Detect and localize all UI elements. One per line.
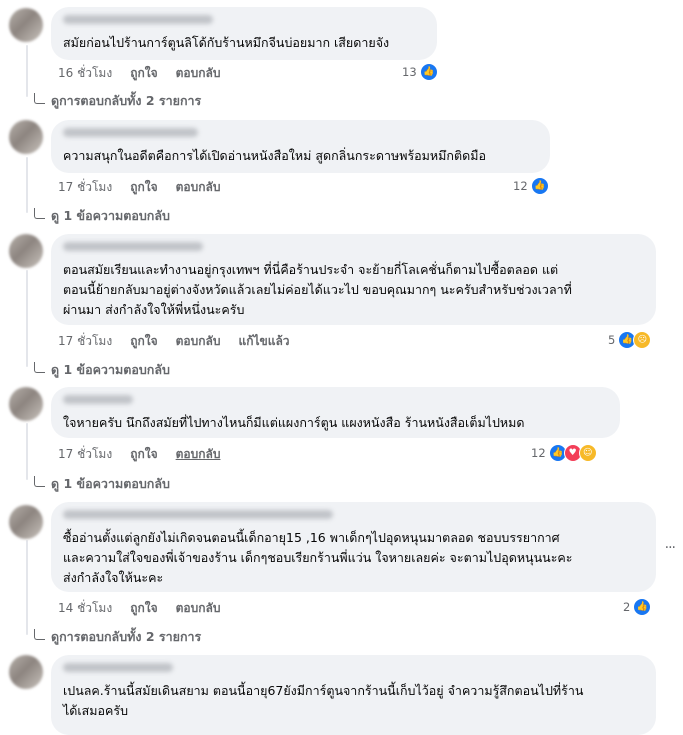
comment-time[interactable]: 17 ชั่วโมง: [58, 332, 112, 351]
edited-label[interactable]: แก้ไขแล้ว: [238, 332, 289, 351]
author-name-redacted[interactable]: [63, 395, 133, 404]
avatar[interactable]: [9, 387, 43, 421]
reply-arrow-icon: [34, 628, 45, 640]
comment-time[interactable]: 14 ชั่วโมง: [58, 599, 112, 618]
reply-button[interactable]: ตอบกลับ: [176, 64, 221, 83]
reaction-summary[interactable]: 12 👍 ♥ ☺: [531, 444, 597, 462]
reaction-count: 12: [531, 446, 546, 460]
comment-actions: 16 ชั่วโมง ถูกใจ ตอบกลับ: [58, 64, 220, 83]
comment-text: ซื้ออ่านตั้งแต่ลูกยังไม่เกิดจนตอนนี้เด็ก…: [63, 530, 573, 585]
author-name-redacted[interactable]: [63, 510, 333, 519]
avatar[interactable]: [9, 505, 43, 539]
view-replies-link[interactable]: ดู 1 ข้อความตอบกลับ: [34, 360, 170, 380]
reply-arrow-icon: [34, 92, 45, 104]
like-button[interactable]: ถูกใจ: [130, 445, 157, 464]
avatar[interactable]: [9, 8, 43, 42]
reaction-count: 12: [513, 179, 528, 193]
comment-actions: 17 ชั่วโมง ถูกใจ ตอบกลับ แก้ไขแล้ว: [58, 332, 290, 351]
comment-bubble: ซื้ออ่านตั้งแต่ลูกยังไม่เกิดจนตอนนี้เด็ก…: [51, 502, 656, 592]
thread-line: [26, 157, 28, 213]
comment-time[interactable]: 17 ชั่วโมง: [58, 445, 112, 464]
sad-icon: ☹: [633, 331, 652, 349]
view-replies-link[interactable]: ดูการตอบกลับทั้ง 2 รายการ: [34, 627, 201, 647]
view-replies-label: ดูการตอบกลับทั้ง 2 รายการ: [51, 629, 202, 644]
reply-button[interactable]: ตอบกลับ: [176, 178, 221, 197]
reaction-summary[interactable]: 2 👍: [623, 598, 652, 616]
thread-line: [26, 540, 28, 635]
view-replies-link[interactable]: ดูการตอบกลับทั้ง 2 รายการ: [34, 91, 201, 111]
author-name-redacted[interactable]: [63, 242, 203, 251]
view-replies-label: ดู 1 ข้อความตอบกลับ: [51, 208, 170, 223]
comment-text: สมัยก่อนไปร้านการ์ตูนลิโด้กับร้านหมึกจีน…: [63, 35, 390, 50]
comment-text: ใจหายครับ นึกถึงสมัยที่ไปทางไหนก็มีแต่แผ…: [63, 415, 525, 430]
more-options-icon[interactable]: ···: [665, 540, 676, 556]
author-name-redacted[interactable]: [63, 663, 173, 672]
like-button[interactable]: ถูกใจ: [130, 64, 157, 83]
author-name-redacted[interactable]: [63, 128, 198, 137]
author-name-redacted[interactable]: [63, 15, 213, 24]
reaction-count: 2: [623, 600, 631, 614]
comment-time[interactable]: 17 ชั่วโมง: [58, 178, 112, 197]
reaction-summary[interactable]: 13 👍: [402, 63, 438, 81]
reaction-count: 13: [402, 65, 417, 79]
reply-arrow-icon: [34, 207, 45, 219]
comment-text: ตอนสมัยเรียนและทำงานอยู่กรุงเทพฯ ที่นี่ค…: [63, 262, 572, 317]
like-icon: 👍: [633, 598, 652, 616]
thread-line: [26, 423, 28, 480]
reply-button[interactable]: ตอบกลับ: [176, 445, 221, 464]
comment-bubble: สมัยก่อนไปร้านการ์ตูนลิโด้กับร้านหมึกจีน…: [51, 7, 437, 60]
reaction-count: 5: [608, 333, 616, 347]
comment-actions: 17 ชั่วโมง ถูกใจ ตอบกลับ: [58, 178, 220, 197]
care-icon: ☺: [578, 444, 597, 462]
comment-text: ความสนุกในอดีตคือการได้เปิดอ่านหนังสือให…: [63, 148, 486, 163]
like-icon: 👍: [530, 177, 549, 195]
comment-bubble: เปนลค.ร้านนี้สมัยเดินสยาม ตอนนี้อายุ67ยั…: [51, 655, 656, 735]
like-icon: 👍: [419, 63, 438, 81]
comment-bubble: ใจหายครับ นึกถึงสมัยที่ไปทางไหนก็มีแต่แผ…: [51, 387, 620, 438]
thread-line: [26, 270, 28, 367]
avatar[interactable]: [9, 120, 43, 154]
like-button[interactable]: ถูกใจ: [130, 599, 157, 618]
reply-arrow-icon: [34, 361, 45, 373]
view-replies-link[interactable]: ดู 1 ข้อความตอบกลับ: [34, 474, 170, 494]
view-replies-label: ดู 1 ข้อความตอบกลับ: [51, 362, 170, 377]
like-button[interactable]: ถูกใจ: [130, 178, 157, 197]
comment-actions: 14 ชั่วโมง ถูกใจ ตอบกลับ: [58, 599, 220, 618]
reply-button[interactable]: ตอบกลับ: [176, 599, 221, 618]
view-replies-label: ดู 1 ข้อความตอบกลับ: [51, 476, 170, 491]
view-replies-label: ดูการตอบกลับทั้ง 2 รายการ: [51, 93, 202, 108]
avatar[interactable]: [9, 655, 43, 689]
reply-arrow-icon: [34, 475, 45, 487]
comment-time[interactable]: 16 ชั่วโมง: [58, 64, 112, 83]
reaction-summary[interactable]: 5 👍 ☹: [608, 331, 652, 349]
like-button[interactable]: ถูกใจ: [130, 332, 157, 351]
comment-bubble: ตอนสมัยเรียนและทำงานอยู่กรุงเทพฯ ที่นี่ค…: [51, 234, 656, 325]
avatar[interactable]: [9, 234, 43, 268]
reaction-summary[interactable]: 12 👍: [513, 177, 549, 195]
view-replies-link[interactable]: ดู 1 ข้อความตอบกลับ: [34, 206, 170, 226]
comment-bubble: ความสนุกในอดีตคือการได้เปิดอ่านหนังสือให…: [51, 120, 550, 173]
comment-actions: 17 ชั่วโมง ถูกใจ ตอบกลับ: [58, 445, 220, 464]
thread-line: [26, 45, 28, 97]
comment-text: เปนลค.ร้านนี้สมัยเดินสยาม ตอนนี้อายุ67ยั…: [63, 683, 584, 718]
reply-button[interactable]: ตอบกลับ: [176, 332, 221, 351]
